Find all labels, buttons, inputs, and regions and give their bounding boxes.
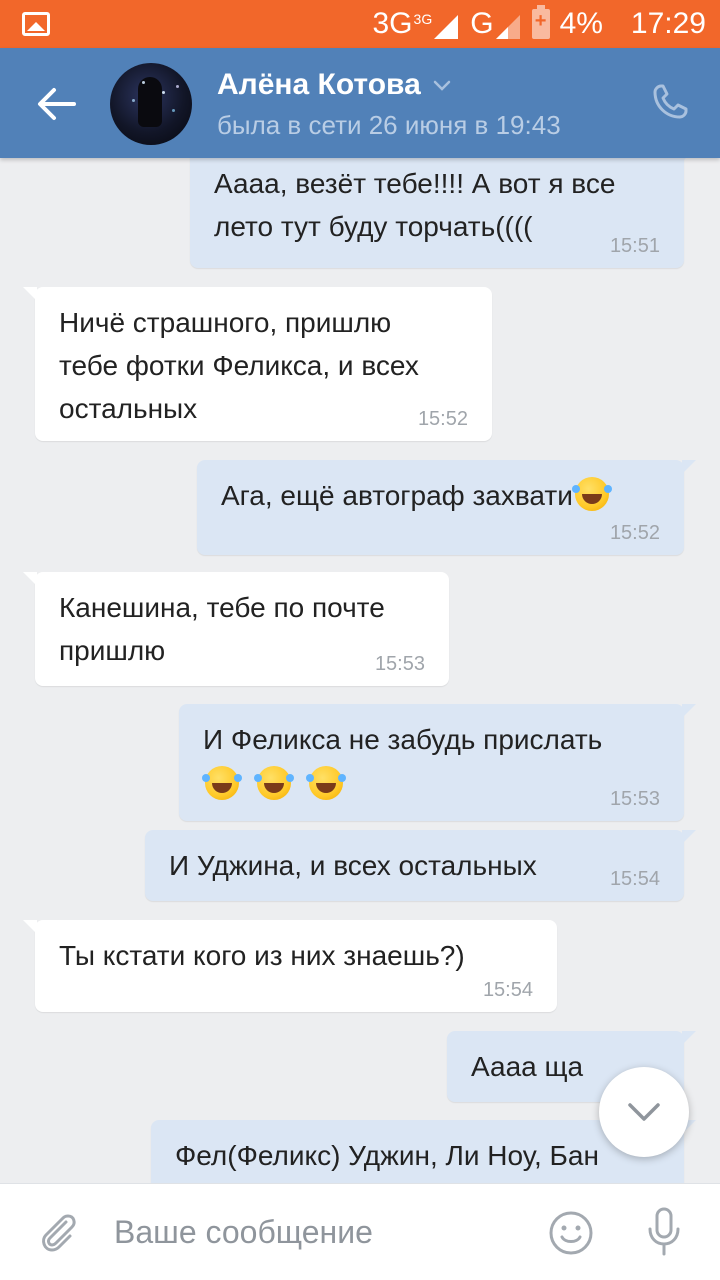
message-time: 15:54: [482, 979, 533, 1001]
paperclip-icon[interactable]: [36, 1210, 80, 1254]
message-time: 15:51: [609, 235, 660, 257]
battery-icon: [531, 5, 550, 39]
message-outgoing[interactable]: И Уджина, и всех остальных 15:54: [145, 830, 696, 901]
image-notification-icon: [22, 12, 50, 36]
scroll-down-button[interactable]: [599, 1067, 689, 1157]
chevron-down-icon: [628, 1103, 660, 1121]
network-g: G: [470, 7, 521, 41]
message-outgoing[interactable]: И Феликса не забудь прислать 15:53: [179, 704, 696, 821]
message-time: 15:52: [609, 522, 660, 544]
contact-name: Алёна Котова: [217, 68, 421, 101]
chevron-down-icon: [433, 80, 451, 91]
status-bar: 3G3G G 4% 17:29: [0, 0, 720, 48]
microphone-icon[interactable]: [644, 1206, 684, 1258]
message-incoming[interactable]: Ничё страшного, пришлю тебе фотки Феликс…: [23, 287, 492, 441]
message-time: 15:54: [609, 868, 660, 890]
signal-icon: [434, 15, 459, 39]
phone-icon[interactable]: [650, 82, 690, 122]
message-outgoing[interactable]: Аааа, везёт тебе!!!! А вот я все лето ту…: [190, 158, 696, 268]
message-input[interactable]: [114, 1208, 534, 1256]
battery-percent: 4%: [559, 7, 603, 40]
rofl-emoji-icon: [202, 766, 239, 800]
message-list[interactable]: Аааа, везёт тебе!!!! А вот я все лето ту…: [0, 158, 720, 1183]
message-outgoing[interactable]: Ага, ещё автограф захвати 15:52: [197, 460, 696, 555]
contact-name-row[interactable]: Алёна Котова: [217, 68, 453, 102]
message-incoming[interactable]: Канешина, тебе по почте пришлю 15:53: [23, 572, 449, 686]
smile-icon[interactable]: [548, 1210, 594, 1256]
network-3g: 3G 3G: [373, 7, 461, 41]
rofl-emoji-icon: [305, 766, 343, 800]
rofl-emoji-icon: [571, 477, 609, 511]
message-incoming[interactable]: Ты кстати кого из них знаешь?) 15:54: [23, 920, 557, 1012]
avatar[interactable]: [110, 63, 192, 145]
last-seen-status: была в сети 26 июня в 19:43: [217, 110, 561, 140]
message-time: 15:53: [609, 788, 660, 810]
arrow-left-icon[interactable]: [30, 78, 82, 130]
clock: 17:29: [630, 7, 706, 40]
signal-weak-icon: [495, 15, 520, 39]
message-composer: [0, 1183, 720, 1280]
status-indicators: 3G3G G 4% 17:29: [373, 5, 706, 42]
message-time: 15:53: [374, 653, 425, 675]
chat-header: Алёна Котова была в сети 26 июня в 19:43: [0, 48, 720, 158]
rofl-emoji-icon: [253, 766, 291, 800]
message-time: 15:52: [417, 408, 468, 430]
